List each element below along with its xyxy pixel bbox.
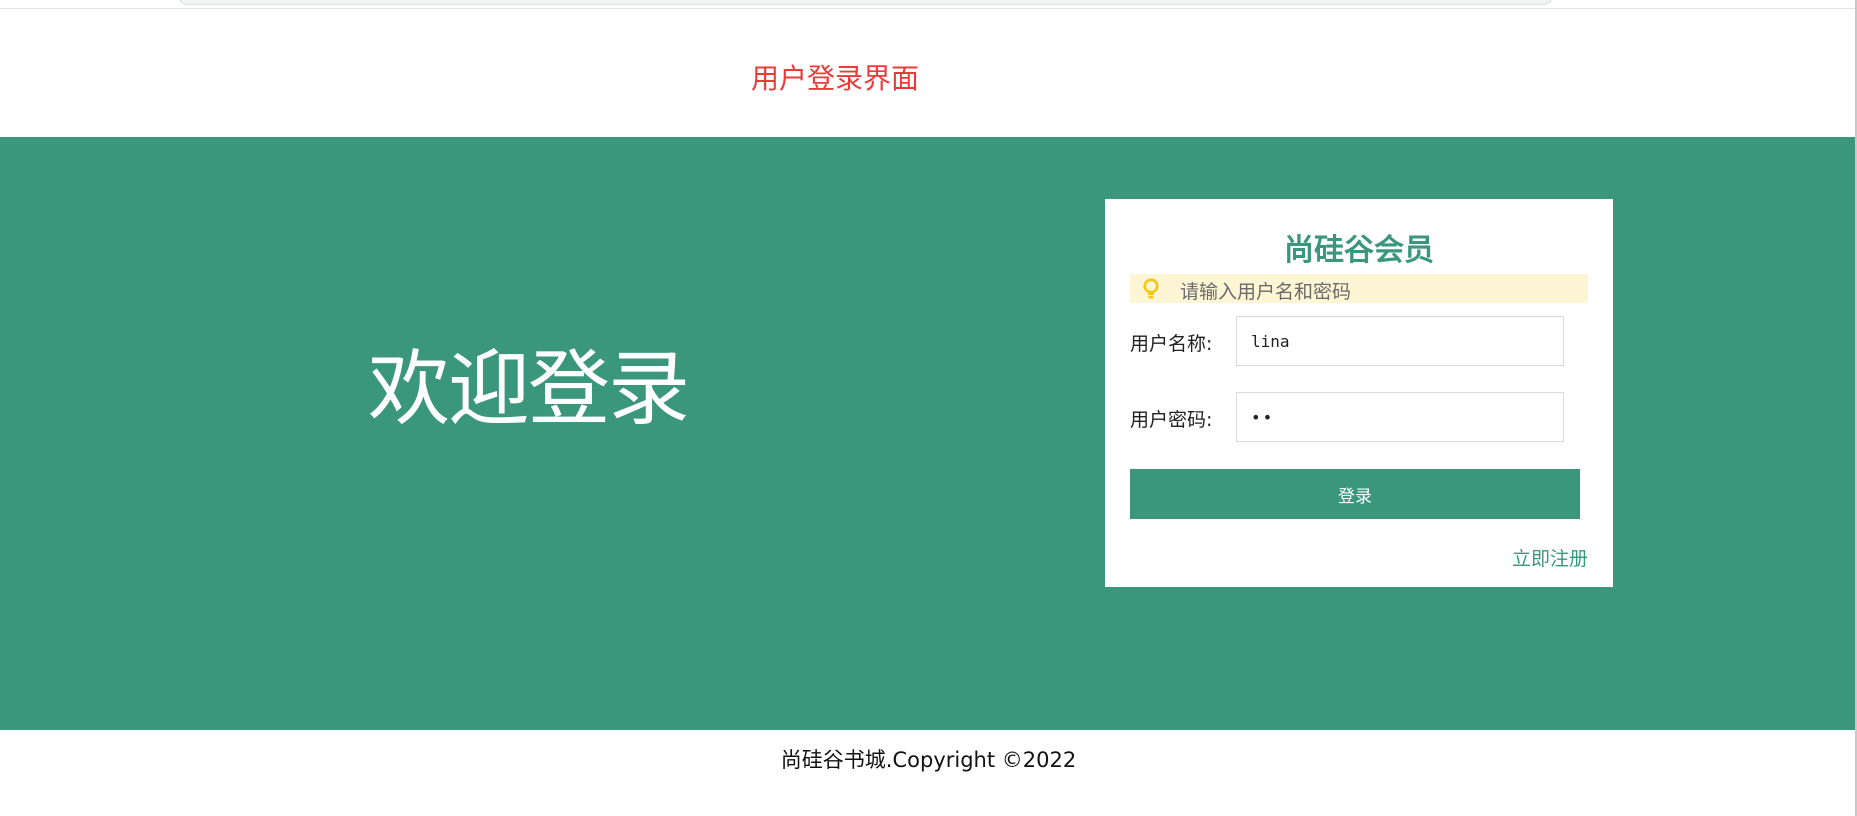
copyright-text: 尚硅谷书城.Copyright ©2022 [780, 748, 1077, 772]
lightbulb-icon [1142, 278, 1160, 300]
page-title: 用户登录界面 [751, 62, 920, 95]
register-link[interactable]: 立即注册 [1512, 544, 1588, 571]
browser-top-edge [0, 0, 1857, 9]
password-input[interactable] [1236, 392, 1564, 442]
tip-message: 请输入用户名和密码 [1130, 274, 1588, 303]
login-form-title: 尚硅谷会员 [1284, 233, 1434, 268]
login-button[interactable]: 登录 [1130, 469, 1580, 519]
page: 用户登录界面 欢迎登录 尚硅谷会员 请输入用户名和密码 用户名称: 用户密码: [0, 0, 1857, 816]
username-label: 用户名称: [1130, 333, 1213, 355]
password-label: 用户密码: [1130, 409, 1213, 431]
welcome-heading: 欢迎登录 [368, 342, 690, 437]
page-footer: 尚硅谷书城.Copyright ©2022 [0, 730, 1857, 816]
page-header: 用户登录界面 [0, 9, 1857, 137]
login-form: 尚硅谷会员 请输入用户名和密码 用户名称: 用户密码: 登录 立即注册 [1105, 199, 1613, 587]
tip-text: 请输入用户名和密码 [1180, 281, 1352, 303]
username-input[interactable] [1236, 316, 1564, 366]
browser-address-bar-edge [178, 0, 1553, 5]
login-banner: 欢迎登录 尚硅谷会员 请输入用户名和密码 用户名称: 用户密码: 登录 立即注册 [0, 137, 1857, 730]
